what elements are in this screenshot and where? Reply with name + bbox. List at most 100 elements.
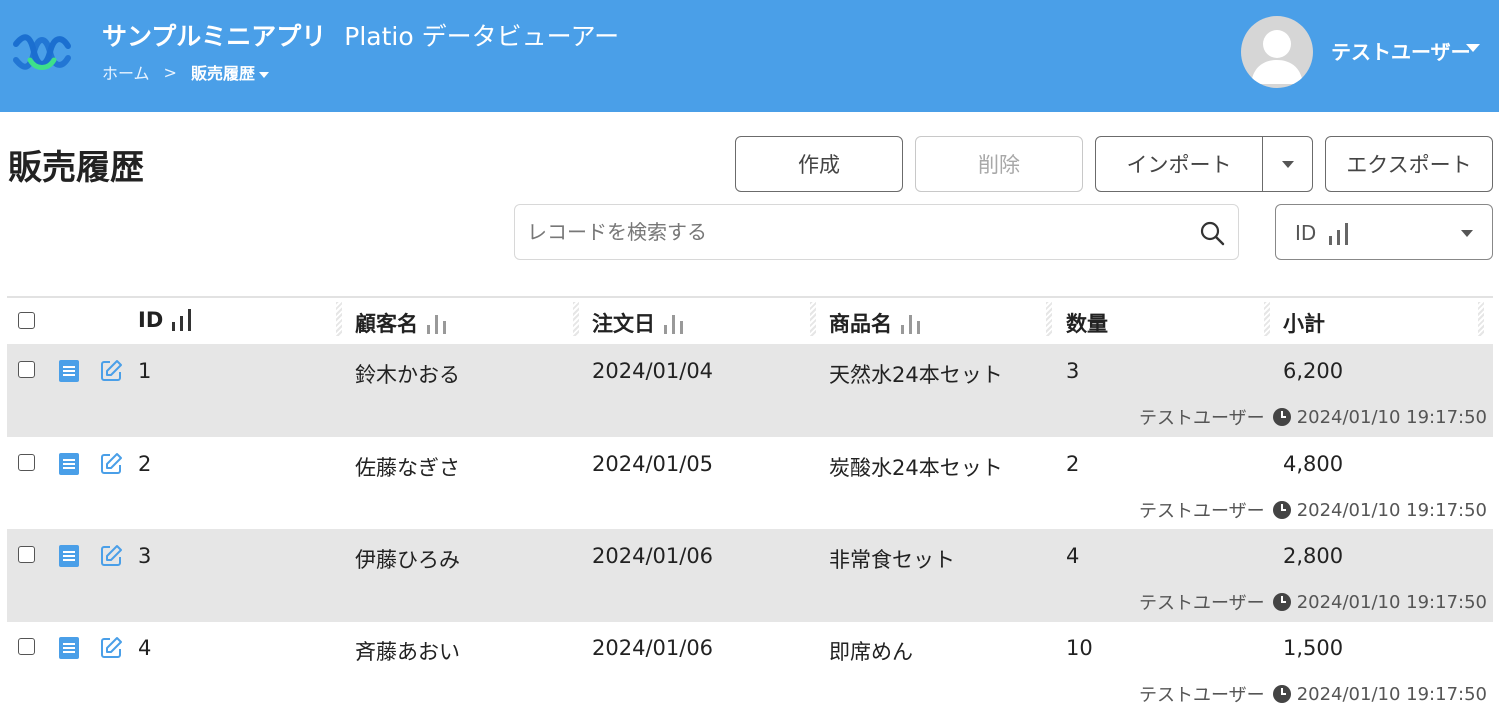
cell-product: 炭酸水24本セット (829, 456, 1003, 480)
row-update-meta: テストユーザー 2024/01/10 19:17:50 (1139, 497, 1487, 523)
column-header-label: 小計 (1283, 312, 1325, 336)
sort-select[interactable]: ID (1275, 204, 1493, 260)
updated-at: 2024/01/10 19:17:50 (1296, 406, 1487, 428)
app-title: サンプルミニアプリ Platio データビューアー (102, 17, 619, 53)
column-header-label: 商品名 (829, 312, 892, 336)
import-dropdown-button[interactable] (1262, 136, 1313, 192)
chevron-down-icon (1461, 230, 1473, 237)
column-resize-handle[interactable] (1046, 302, 1052, 336)
column-resize-handle[interactable] (810, 302, 816, 336)
table-row[interactable]: 4 斉藤あおい 2024/01/06 即席めん 10 1,500 テストユーザー… (7, 621, 1493, 714)
import-button[interactable]: インポート (1095, 136, 1263, 192)
chevron-down-icon (1281, 160, 1294, 168)
cell-subtotal: 2,800 (1283, 544, 1344, 568)
document-icon[interactable] (59, 637, 79, 659)
row-checkbox[interactable] (18, 546, 35, 563)
column-header-label: 顧客名 (355, 312, 418, 336)
cell-subtotal: 1,500 (1283, 636, 1344, 660)
column-header-id[interactable]: ID (138, 308, 193, 332)
cell-id: 4 (138, 636, 152, 660)
cell-order-date: 2024/01/04 (592, 359, 714, 383)
updated-by: テストユーザー (1139, 593, 1265, 614)
edit-icon[interactable] (99, 359, 123, 383)
document-icon[interactable] (59, 360, 79, 382)
updated-by: テストユーザー (1139, 685, 1265, 706)
row-update-meta: テストユーザー 2024/01/10 19:17:50 (1139, 681, 1487, 707)
cell-order-date: 2024/01/05 (592, 452, 714, 476)
cell-customer: 鈴木かおる (355, 363, 460, 387)
cell-quantity: 2 (1066, 452, 1080, 476)
breadcrumb: ホーム > 販売履歴 (102, 60, 269, 84)
cell-quantity: 3 (1066, 359, 1080, 383)
updated-at: 2024/01/10 19:17:50 (1296, 683, 1487, 705)
column-resize-handle[interactable] (573, 302, 579, 336)
bar-chart-sort-icon (664, 315, 683, 334)
select-all-checkbox[interactable] (18, 312, 35, 329)
delete-button[interactable]: 削除 (915, 136, 1083, 192)
column-header-quantity[interactable]: 数量 (1066, 308, 1108, 338)
updated-by: テストユーザー (1139, 408, 1265, 429)
bar-chart-sort-icon (901, 315, 920, 334)
avatar-silhouette-icon (1251, 30, 1303, 84)
edit-icon[interactable] (99, 452, 123, 476)
cell-product: 即席めん (829, 640, 913, 664)
updated-at: 2024/01/10 19:17:50 (1296, 499, 1487, 521)
clock-icon (1272, 593, 1291, 611)
bar-chart-sort-icon (172, 309, 192, 331)
export-button[interactable]: エクスポート (1325, 136, 1493, 192)
page-title: 販売履歴 (8, 148, 144, 188)
cell-product: 天然水24本セット (829, 363, 1003, 387)
column-resize-handle[interactable] (1478, 302, 1484, 336)
app-header: サンプルミニアプリ Platio データビューアー ホーム > 販売履歴 テストユ… (0, 0, 1499, 112)
user-avatar-icon[interactable] (1241, 16, 1313, 88)
table-row[interactable]: 3 伊藤ひろみ 2024/01/06 非常食セット 4 2,800 テストユーザ… (7, 529, 1493, 622)
row-checkbox[interactable] (18, 361, 35, 378)
row-checkbox[interactable] (18, 454, 35, 471)
cell-id: 3 (138, 544, 152, 568)
table-top-border (7, 296, 1493, 298)
search-input[interactable] (527, 205, 1187, 259)
column-header-product[interactable]: 商品名 (829, 308, 922, 338)
cell-subtotal: 4,800 (1283, 452, 1344, 476)
column-header-customer[interactable]: 顧客名 (355, 308, 448, 338)
app-name: サンプルミニアプリ (102, 22, 327, 51)
breadcrumb-current-dropdown[interactable]: 販売履歴 (191, 60, 269, 84)
row-checkbox[interactable] (18, 638, 35, 655)
table-row[interactable]: 2 佐藤なぎさ 2024/01/05 炭酸水24本セット 2 4,800 テスト… (7, 437, 1493, 530)
search-icon[interactable] (1199, 220, 1225, 246)
cell-id: 2 (138, 452, 152, 476)
app-subtitle: Platio データビューアー (344, 22, 620, 51)
column-header-subtotal[interactable]: 小計 (1283, 308, 1325, 338)
edit-icon[interactable] (99, 636, 123, 660)
row-update-meta: テストユーザー 2024/01/10 19:17:50 (1139, 589, 1487, 615)
chevron-down-icon (258, 71, 269, 78)
create-button[interactable]: 作成 (735, 136, 903, 192)
bar-chart-sort-icon (1329, 223, 1348, 245)
column-resize-handle[interactable] (336, 302, 342, 336)
cell-quantity: 4 (1066, 544, 1080, 568)
clock-icon (1272, 501, 1291, 519)
breadcrumb-separator: > (163, 62, 177, 82)
edit-icon[interactable] (99, 544, 123, 568)
bar-chart-sort-icon (427, 315, 446, 334)
chevron-down-icon[interactable] (1466, 44, 1480, 52)
column-resize-handle[interactable] (1264, 302, 1270, 336)
clock-icon (1272, 685, 1291, 703)
cell-product: 非常食セット (829, 548, 955, 572)
cell-customer: 伊藤ひろみ (355, 548, 460, 572)
document-icon[interactable] (59, 545, 79, 567)
cell-order-date: 2024/01/06 (592, 544, 714, 568)
column-header-label: 数量 (1066, 312, 1108, 336)
cell-quantity: 10 (1066, 636, 1093, 660)
table-row[interactable]: 1 鈴木かおる 2024/01/04 天然水24本セット 3 6,200 テスト… (7, 344, 1493, 437)
clock-icon (1272, 408, 1291, 426)
row-update-meta: テストユーザー 2024/01/10 19:17:50 (1139, 404, 1487, 430)
platio-logo-icon[interactable] (10, 30, 74, 74)
document-icon[interactable] (59, 453, 79, 475)
user-menu-button[interactable]: テストユーザー (1331, 36, 1471, 65)
breadcrumb-home-link[interactable]: ホーム (102, 60, 150, 84)
search-box (514, 204, 1239, 260)
column-header-order-date[interactable]: 注文日 (592, 308, 685, 338)
cell-order-date: 2024/01/06 (592, 636, 714, 660)
cell-subtotal: 6,200 (1283, 359, 1344, 383)
